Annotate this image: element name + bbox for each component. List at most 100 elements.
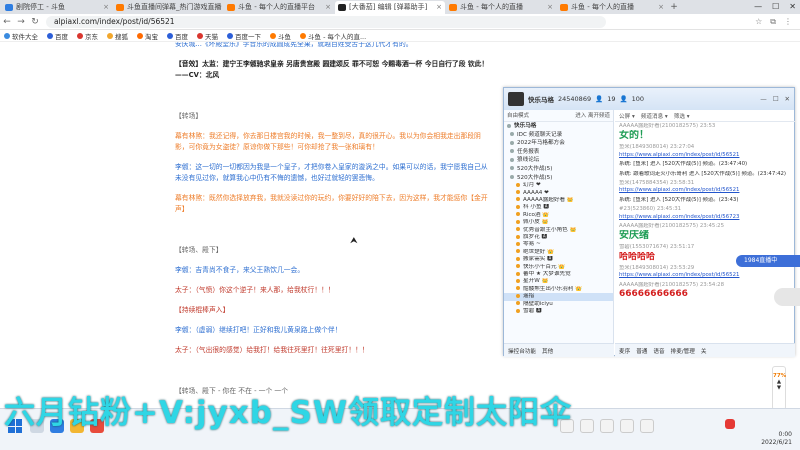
browser-tab[interactable]: 斗鱼 - 每个人的直播平台 × <box>224 1 334 14</box>
message-filter-tab[interactable]: 频道消息 ▾ <box>641 112 668 120</box>
message-link[interactable]: https://www.alpiaxi.com/index/post/id/56… <box>619 152 739 158</box>
channel-item[interactable]: 快乐马格 <box>504 122 613 131</box>
member-name: 科 小鱼 🅰 <box>523 204 549 211</box>
close-icon[interactable]: × <box>214 1 220 14</box>
close-icon[interactable]: × <box>658 1 664 14</box>
member-item[interactable]: 幻月 ❤ <box>504 182 613 189</box>
chat-control-button[interactable]: 语音 <box>653 347 664 355</box>
chat-control-button[interactable]: 普通 <box>636 347 647 355</box>
online-count: 19 <box>607 95 616 103</box>
channel-item[interactable]: IDC 频道聊天记录 <box>504 131 613 140</box>
channel-item[interactable]: 2022年马格都方会 <box>504 139 613 148</box>
browser-tab[interactable]: 剧院停工 - 斗鱼 × <box>2 1 112 14</box>
channel-item[interactable]: 任务报表 <box>504 148 613 157</box>
script-line: 幕有林煞：既然你选择放弃我，我就没读过你的玩约，你要好好的陪下去，因为这样，我才… <box>175 194 488 213</box>
bookmark-item[interactable]: 百度 <box>167 31 188 41</box>
star-icon[interactable]: ☆ <box>755 17 762 27</box>
chat-control-button[interactable]: 关 <box>701 347 707 355</box>
mode-label[interactable]: 自由模式 <box>507 110 529 121</box>
new-tab-button[interactable]: + <box>668 1 680 14</box>
member-item[interactable]: 佩小皮 👑 <box>504 219 613 226</box>
scroll-down-icon[interactable]: ▼ <box>773 385 785 391</box>
app-icon[interactable] <box>620 419 634 433</box>
bookmark-item[interactable]: 斗鱼 <box>270 31 291 41</box>
member-item[interactable]: 星开W 👑 <box>504 278 613 285</box>
bookmark-item[interactable]: 百度 <box>47 31 68 41</box>
member-name: 遥指 <box>523 293 535 300</box>
browser-tab[interactable]: 斗鱼 - 每个人的直播 × <box>446 1 556 14</box>
member-item[interactable]: 雪碧 🅰 <box>504 308 613 315</box>
site-favicon <box>116 4 124 11</box>
bookmark-favicon-icon <box>4 32 10 39</box>
message-link[interactable]: https://www.alpiaxi.com/index/post/id/56… <box>619 187 739 193</box>
maximize-icon[interactable]: ☐ <box>772 0 779 14</box>
member-name: AAAAA露超好看 👑 <box>523 196 574 203</box>
close-icon[interactable]: × <box>103 1 109 14</box>
chat-control-button[interactable]: 排麦/管理 <box>671 347 695 355</box>
member-item[interactable]: 搬家需实 🅰 <box>504 256 613 263</box>
message-filter-tab[interactable]: 筛选 ▾ <box>674 112 690 120</box>
minimize-icon[interactable]: — <box>760 95 767 103</box>
forward-icon[interactable]: → <box>14 17 28 27</box>
bookmark-item[interactable]: 天猫 <box>197 31 218 41</box>
member-item[interactable]: 隔壁助iciyu <box>504 301 613 308</box>
bookmark-item[interactable]: 百度一下 <box>227 31 261 41</box>
channel-item[interactable]: 狼线论坛 <box>504 156 613 165</box>
close-icon[interactable]: × <box>436 1 442 14</box>
bookmark-item[interactable]: 软件大全 <box>4 31 38 41</box>
member-item[interactable]: 优秀音跟主小角色 👑 <box>504 227 613 234</box>
minimize-icon[interactable]: — <box>754 0 762 14</box>
bookmark-item[interactable]: 京东 <box>77 31 98 41</box>
member-item[interactable]: AAAAA露超好看 👑 <box>504 197 613 204</box>
room-avatar <box>508 92 524 106</box>
antivirus-icon[interactable] <box>725 419 735 429</box>
scroll-widget[interactable]: 77% ▲ ▼ <box>772 366 786 410</box>
member-item[interactable]: 科 小鱼 🅰 <box>504 204 613 211</box>
app-icon[interactable] <box>580 419 594 433</box>
browser-tab[interactable]: 斗鱼直播间弹幕_热门游戏直播 × <box>113 1 223 14</box>
app-icon[interactable] <box>600 419 614 433</box>
bookmark-item[interactable]: 斗鱼 - 每个人的直... <box>300 31 366 41</box>
channel-item[interactable]: 520大作战(5) <box>504 174 613 183</box>
member-item[interactable]: AAAA4 ❤ <box>504 190 613 197</box>
channel-item[interactable]: 520大作战(5) <box>504 165 613 174</box>
bookmark-item[interactable]: 淘宝 <box>137 31 158 41</box>
member-item[interactable]: 旗罗花 🅰 <box>504 234 613 241</box>
member-item[interactable]: 快乐小千百元 👑 <box>504 264 613 271</box>
voice-chat-window: 快乐马格 24540869 👤 19 👤 100 — ☐ ✕ 自由模式 进入 离… <box>503 87 795 357</box>
close-icon[interactable]: × <box>547 1 553 14</box>
message-link[interactable]: https://www.alpiaxi.com/index/post/id/56… <box>619 272 739 278</box>
chat-control-button[interactable]: 麦序 <box>619 347 630 355</box>
member-item[interactable]: Rico酒 👑 <box>504 212 613 219</box>
live-status-pill[interactable]: 1984直播中 <box>736 255 800 267</box>
app-icon[interactable] <box>640 419 654 433</box>
system-tray-clock[interactable]: 0:00 2022/6/21 <box>761 431 792 447</box>
side-widget[interactable] <box>774 288 800 306</box>
close-icon[interactable]: × <box>325 1 331 14</box>
member-item[interactable]: 绝世楚好 👑 <box>504 249 613 256</box>
member-item[interactable]: 蕃中 ★ 大梦谁先觉 <box>504 271 613 278</box>
bookmark-item[interactable]: 搜狐 <box>107 31 128 41</box>
close-window-icon[interactable]: ✕ <box>789 0 796 14</box>
reload-icon[interactable]: ↻ <box>28 17 42 27</box>
back-icon[interactable]: ← <box>0 17 14 27</box>
channel-actions[interactable]: 进入 离开频道 <box>575 110 610 121</box>
channel-label: 2022年马格都方会 <box>517 140 565 147</box>
member-item[interactable]: 遥指 <box>504 293 613 301</box>
message-link[interactable]: https://www.alpiaxi.com/index/post/id/56… <box>619 214 739 220</box>
browser-tab[interactable]: 斗鱼 - 每个人的直播 × <box>557 1 667 14</box>
url-input[interactable]: alpiaxl.com/index/post/id/56521 <box>46 15 606 28</box>
maximize-icon[interactable]: ☐ <box>773 95 779 103</box>
member-item[interactable]: 骷髅熊生出小乐羽利 👑 <box>504 286 613 293</box>
menu-icon[interactable]: ⋮ <box>784 17 792 27</box>
browser-tab-active[interactable]: [大番茄] 编辑 [弹幕助手] × <box>335 1 445 14</box>
message-body: https://www.alpiaxi.com/index/post/id/56… <box>619 152 791 159</box>
console-button[interactable]: 操控台功能 <box>508 347 536 355</box>
message-filter-tab[interactable]: 公屏 ▾ <box>619 112 635 120</box>
extension-icon[interactable]: ⧉ <box>770 17 776 27</box>
other-button[interactable]: 其他 <box>542 347 553 355</box>
tab-label: 斗鱼直播间弹幕_热门游戏直播 <box>127 3 222 11</box>
close-icon[interactable]: ✕ <box>785 95 790 103</box>
member-status-icon <box>516 271 520 276</box>
member-item[interactable]: 零易 ~ <box>504 241 613 248</box>
